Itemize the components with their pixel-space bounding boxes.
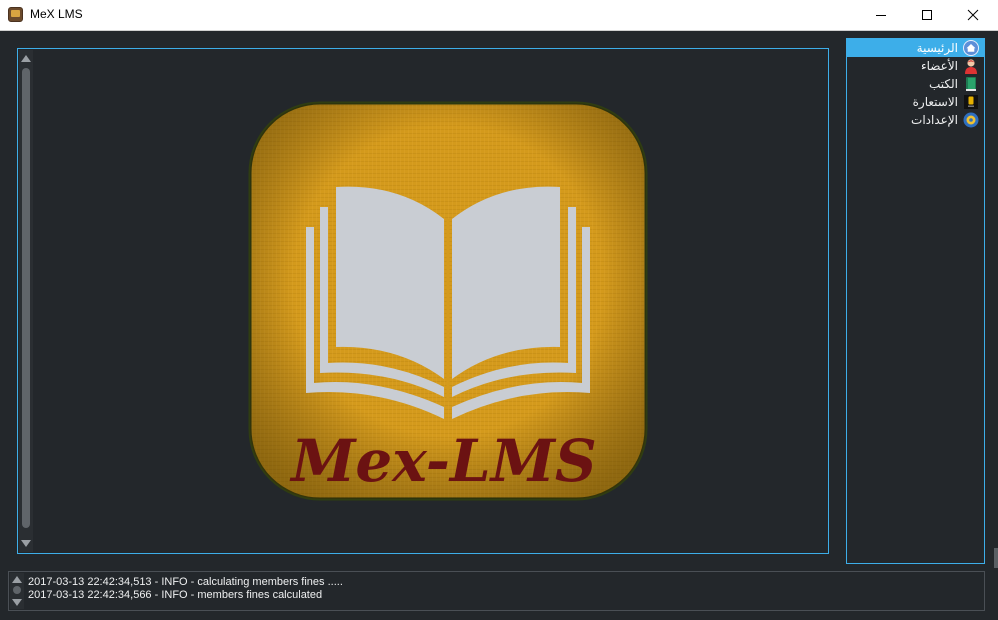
member-icon [965, 59, 977, 74]
scroll-down-icon[interactable] [21, 540, 31, 547]
logo-text: Mex-LMS [289, 427, 597, 495]
log-line: 2017-03-13 22:42:34,513 - INFO - calcula… [28, 576, 343, 588]
log-text: 2017-03-13 22:42:34,513 - INFO - calcula… [28, 576, 343, 602]
sidebar-item-borrow[interactable]: الاستعارة [847, 93, 984, 111]
scroll-thumb[interactable] [22, 68, 30, 528]
sidebar-item-label: الأعضاء [920, 59, 958, 73]
window-edge [994, 548, 998, 568]
scroll-down-icon[interactable] [12, 599, 22, 606]
main-panel: Mex-LMS [17, 48, 829, 554]
sidebar-item-label: الاستعارة [912, 95, 958, 109]
sidebar-item-label: الكتب [928, 77, 958, 91]
borrow-icon [964, 95, 978, 109]
maximize-button[interactable] [904, 0, 950, 30]
minimize-button[interactable] [858, 0, 904, 30]
sidebar-item-members[interactable]: الأعضاء [847, 57, 984, 75]
sidebar-item-home[interactable]: الرئيسية [847, 39, 984, 57]
settings-icon [963, 112, 979, 128]
vertical-scrollbar[interactable] [19, 50, 33, 552]
book-icon [966, 77, 976, 91]
content-area: Mex-LMS [34, 50, 828, 552]
log-scrollbar[interactable] [10, 573, 24, 609]
mex-lms-logo: Mex-LMS [248, 101, 648, 501]
maximize-icon [922, 10, 932, 20]
home-icon [963, 40, 979, 56]
app-icon [8, 7, 23, 22]
window-title: MeX LMS [30, 7, 83, 21]
scroll-up-icon[interactable] [12, 576, 22, 583]
close-button[interactable] [950, 0, 996, 30]
sidebar-item-settings[interactable]: الإعدادات [847, 111, 984, 129]
sidebar-item-books[interactable]: الكتب [847, 75, 984, 93]
scroll-up-icon[interactable] [21, 55, 31, 62]
sidebar-item-label: الإعدادات [911, 113, 958, 127]
title-bar: MeX LMS [0, 0, 998, 31]
scroll-thumb[interactable] [13, 586, 21, 594]
sidebar-item-label: الرئيسية [916, 41, 958, 55]
close-icon [967, 9, 979, 21]
log-line: 2017-03-13 22:42:34,566 - INFO - members… [28, 589, 323, 601]
sidebar-nav: الرئيسية الأعضاء الكتب الاستعارة الإعداد… [846, 38, 985, 564]
minimize-icon [876, 15, 886, 16]
log-panel: 2017-03-13 22:42:34,513 - INFO - calcula… [8, 571, 985, 611]
